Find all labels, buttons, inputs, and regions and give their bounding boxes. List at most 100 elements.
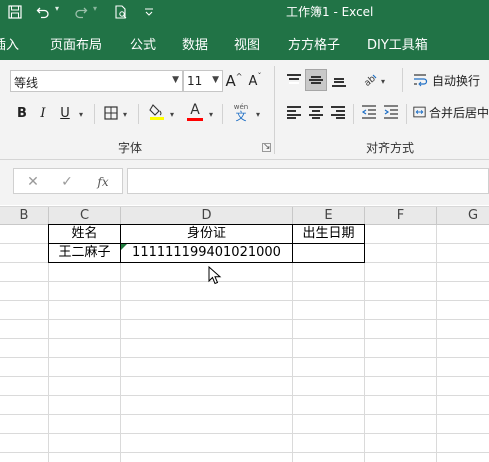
formula-bar-controls: ✕ ✓ fx	[13, 168, 123, 194]
undo-icon[interactable]	[34, 3, 52, 21]
save-icon[interactable]	[6, 3, 24, 21]
italic-icon: I	[40, 105, 46, 121]
font-color-dropdown-icon[interactable]: ▾	[209, 110, 213, 119]
redo-icon[interactable]	[72, 3, 90, 21]
column-header-b[interactable]: B	[0, 207, 49, 225]
gridline	[0, 281, 489, 282]
font-color-icon: A	[190, 102, 200, 118]
phonetic-guide-button[interactable]: wén 文	[230, 101, 252, 125]
bold-icon: B	[17, 105, 27, 121]
column-header-e[interactable]: E	[293, 207, 365, 225]
insert-function-icon[interactable]: fx	[94, 173, 112, 191]
orientation-dropdown-icon[interactable]: ▾	[381, 77, 385, 86]
tab-formulas[interactable]: 公式	[130, 34, 156, 53]
borders-button[interactable]	[101, 103, 121, 123]
grow-font-icon: A	[225, 72, 236, 90]
cancel-icon[interactable]: ✕	[24, 173, 42, 191]
column-header-g[interactable]: G	[437, 207, 489, 225]
bottom-align-icon	[332, 74, 346, 87]
top-align-button[interactable]	[284, 70, 304, 90]
chevron-down-icon[interactable]: ▼	[212, 75, 219, 85]
phonetic-dropdown-icon[interactable]: ▾	[256, 110, 260, 119]
underline-button[interactable]: U	[56, 103, 74, 123]
title-bar: ▾ ▾ 工作簿1 - Excel	[0, 0, 489, 24]
merge-center-label: 合并后居中	[428, 105, 489, 120]
paint-bucket-icon	[149, 104, 164, 120]
font-size-combo[interactable]: 11 ▼	[183, 70, 223, 92]
bottom-align-button[interactable]	[329, 70, 349, 90]
italic-button[interactable]: I	[34, 103, 52, 123]
undo-dropdown-icon[interactable]: ▾	[55, 4, 59, 13]
align-center-button[interactable]	[306, 102, 326, 122]
group-label-alignment: 对齐方式	[366, 141, 415, 155]
align-left-button[interactable]	[284, 102, 304, 122]
chevron-down-icon[interactable]: ▼	[172, 75, 179, 85]
formula-bar-area: ✕ ✓ fx	[0, 160, 489, 205]
borders-dropdown-icon[interactable]: ▾	[123, 110, 127, 119]
tab-page-layout[interactable]: 页面布局	[50, 34, 102, 53]
column-header-d[interactable]: D	[121, 207, 293, 225]
tab-diy-toolbox[interactable]: DIY工具箱	[367, 34, 428, 53]
group-separator	[274, 66, 275, 154]
separator	[138, 104, 139, 124]
grow-font-button[interactable]: A ^	[225, 71, 243, 91]
tab-insert[interactable]: 插入	[0, 34, 19, 53]
increase-indent-button[interactable]	[381, 102, 401, 122]
gridline	[0, 300, 489, 301]
cell-c-name[interactable]: 王二麻子	[49, 244, 120, 263]
gridline	[0, 319, 489, 320]
fill-color-button[interactable]	[147, 101, 167, 123]
gridline	[0, 357, 489, 358]
cell-d-id-number[interactable]: 111111199401021000	[121, 244, 292, 263]
cell-e-birthdate[interactable]	[293, 244, 364, 263]
underline-icon: U	[60, 105, 70, 121]
separator	[402, 68, 403, 92]
formula-input[interactable]	[127, 168, 489, 194]
tab-fangfang[interactable]: 方方格子	[288, 34, 340, 53]
column-header-c[interactable]: C	[49, 207, 121, 225]
cell-e-header[interactable]: 出生日期	[293, 225, 364, 244]
fill-color-dropdown-icon[interactable]: ▾	[170, 110, 174, 119]
underline-dropdown-icon[interactable]: ▾	[79, 110, 83, 119]
tab-view[interactable]: 视图	[234, 34, 260, 53]
orientation-button[interactable]: ab	[360, 70, 380, 90]
separator	[353, 104, 354, 124]
tab-data[interactable]: 数据	[182, 34, 208, 53]
align-right-button[interactable]	[328, 102, 348, 122]
enter-icon[interactable]: ✓	[58, 173, 76, 191]
window-title: 工作簿1 - Excel	[286, 5, 374, 19]
gridline	[0, 338, 489, 339]
font-name-combo[interactable]: 等线 ▼	[10, 70, 183, 92]
cell-c-header[interactable]: 姓名	[49, 225, 120, 244]
redo-dropdown-icon[interactable]: ▾	[93, 4, 97, 13]
shrink-font-button[interactable]: Aˇ	[246, 71, 264, 91]
font-dialog-launcher-icon[interactable]: ↘	[262, 143, 271, 152]
middle-align-icon	[309, 74, 323, 86]
wrap-text-button[interactable]: 自动换行	[413, 70, 489, 90]
print-preview-icon[interactable]	[112, 3, 130, 21]
separator	[94, 104, 95, 124]
merge-center-button[interactable]: 合并后居中	[413, 102, 489, 122]
middle-align-button[interactable]	[305, 69, 327, 91]
merge-center-icon	[413, 106, 426, 118]
customize-qat-icon[interactable]	[142, 3, 156, 21]
gridline	[0, 414, 489, 415]
svg-text:ab: ab	[363, 74, 378, 88]
bold-button[interactable]: B	[13, 103, 31, 123]
error-indicator-icon	[121, 244, 127, 250]
font-size-value: 11	[187, 74, 203, 88]
font-name-value: 等线	[14, 76, 39, 90]
decrease-indent-button[interactable]	[359, 102, 379, 122]
text-orientation-icon: ab	[363, 74, 378, 88]
column-header-f[interactable]: F	[365, 207, 437, 225]
cell-d-header[interactable]: 身份证	[121, 225, 292, 244]
borders-icon	[104, 106, 118, 120]
align-center-icon	[309, 106, 323, 119]
font-color-button[interactable]: A	[185, 101, 205, 123]
gridline	[436, 225, 437, 462]
font-color-swatch	[187, 118, 203, 121]
ribbon-panel: 等线 ▼ 11 ▼ A ^ Aˇ B I U ▾ ▾ ▾ A ▾ wén 文 ▾ …	[0, 60, 489, 160]
gridline	[0, 376, 489, 377]
phonetic-icon-bottom: 文	[235, 110, 247, 123]
mouse-pointer-icon	[208, 266, 222, 285]
